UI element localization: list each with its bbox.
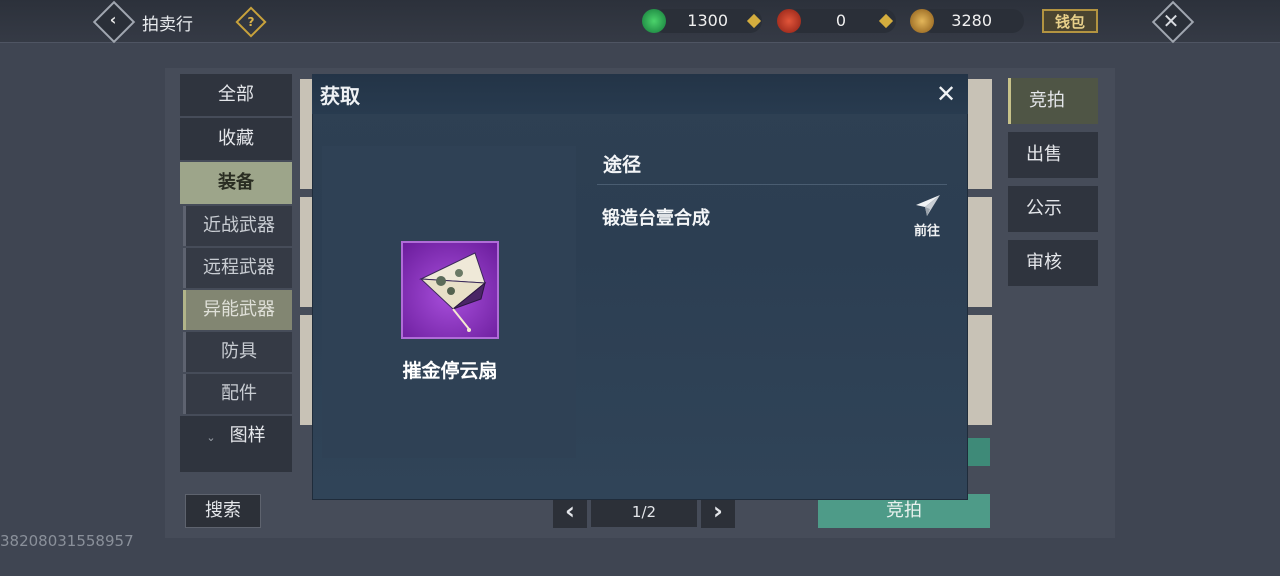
route-label: 锻造台壹合成 <box>602 208 710 229</box>
route-header: 途径 <box>603 154 642 176</box>
tab-review[interactable]: 审核 <box>1008 240 1098 286</box>
close-icon[interactable]: ✕ <box>1158 8 1184 34</box>
page-indicator: 1/2 <box>591 497 697 527</box>
subcategory-accessory[interactable]: 配件 <box>183 374 292 414</box>
list-scroll-overflow <box>180 456 292 472</box>
chevron-left-icon: ‹ <box>565 497 575 525</box>
listing-card[interactable] <box>966 315 992 425</box>
user-id: 38208031558957 <box>0 532 134 550</box>
page-title: 拍卖行 <box>142 15 193 35</box>
chevron-left-icon: ‹ <box>109 10 117 29</box>
subcategory-special[interactable]: 异能武器 <box>183 290 292 330</box>
subcategory-ranged[interactable]: 远程武器 <box>183 248 292 288</box>
listing-card[interactable] <box>966 79 992 189</box>
currency-red-value: 0 <box>835 11 846 30</box>
close-icon[interactable]: ✕ <box>932 80 960 108</box>
category-favorites[interactable]: 收藏 <box>180 118 292 160</box>
tab-publicity[interactable]: 公示 <box>1008 186 1098 232</box>
listing-status-bar <box>966 438 990 466</box>
chevron-down-icon: ⌄ <box>206 431 216 444</box>
red-token-icon <box>777 9 801 33</box>
dialog-header <box>312 74 968 114</box>
tab-bid[interactable]: 竞拍 <box>1008 78 1098 124</box>
item-fan-icon[interactable] <box>401 241 499 339</box>
currency-jade-value: 1300 <box>687 11 728 30</box>
category-patterns-label: 图样 <box>229 425 266 446</box>
divider <box>597 184 947 185</box>
question-icon: ? <box>247 15 255 29</box>
subcategory-armor[interactable]: 防具 <box>183 332 292 372</box>
chevron-right-icon: › <box>713 497 723 525</box>
item-name: 摧金停云扇 <box>402 360 498 382</box>
gold-leaf-icon <box>910 9 934 33</box>
paper-plane-svg <box>916 195 940 216</box>
wallet-button[interactable]: 钱包 <box>1042 9 1098 33</box>
tab-sell[interactable]: 出售 <box>1008 132 1098 178</box>
category-all[interactable]: 全部 <box>180 74 292 116</box>
paper-plane-icon[interactable] <box>914 194 942 218</box>
search-button[interactable]: 搜索 <box>185 494 261 528</box>
currency-gold-value: 3280 <box>951 11 992 30</box>
jade-coin-icon <box>642 9 666 33</box>
subcategory-melee[interactable]: 近战武器 <box>183 206 292 246</box>
fan-icon <box>419 252 487 332</box>
category-equipment[interactable]: 装备 <box>180 162 292 204</box>
goto-button[interactable]: 前往 <box>906 220 948 239</box>
listing-card[interactable] <box>966 197 992 307</box>
dialog-title: 获取 <box>320 84 360 108</box>
category-patterns[interactable]: ⌄ 图样 <box>180 416 292 456</box>
